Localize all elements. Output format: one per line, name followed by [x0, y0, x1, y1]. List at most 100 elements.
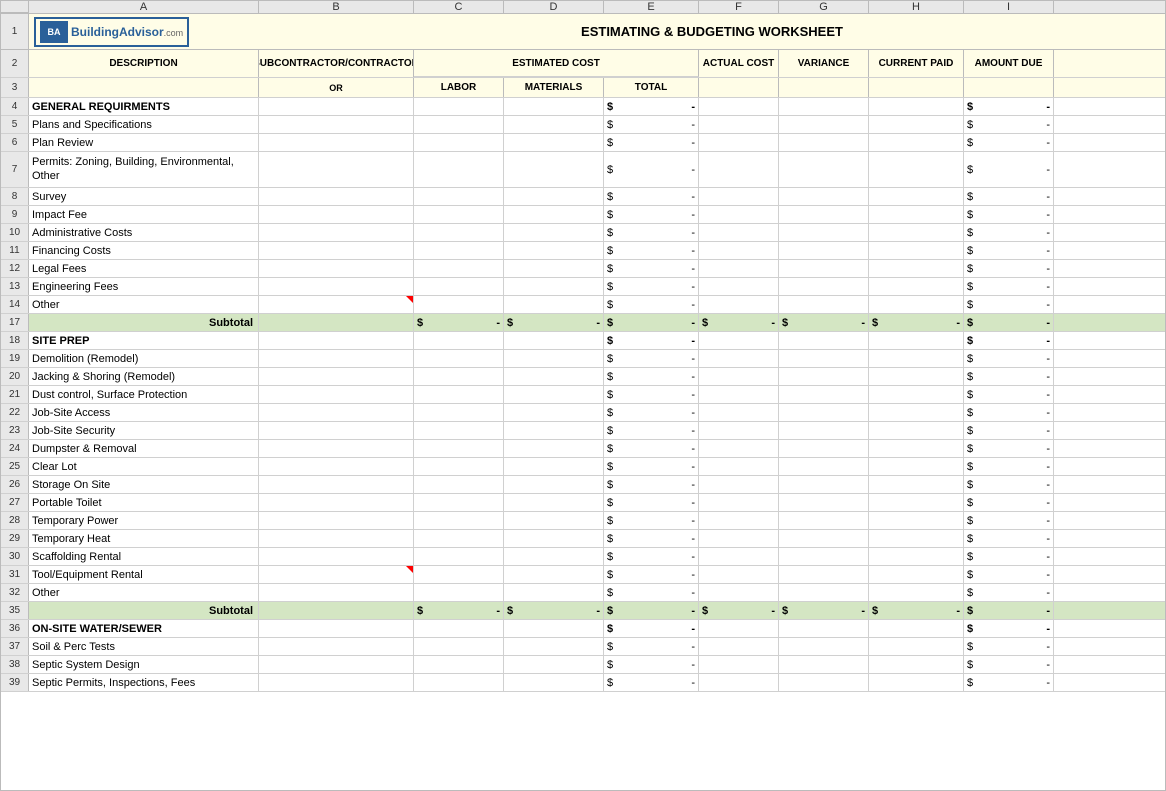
cell-6h[interactable]	[869, 134, 964, 151]
cell-27h[interactable]	[869, 494, 964, 511]
cell-31a[interactable]: Tool/Equipment Rental	[29, 566, 259, 583]
cell-10a[interactable]: Administrative Costs	[29, 224, 259, 241]
cell-24c[interactable]	[414, 440, 504, 457]
cell-9c[interactable]	[414, 206, 504, 223]
cell-39i[interactable]: $-	[964, 674, 1054, 691]
cell-8f[interactable]	[699, 188, 779, 205]
cell-10h[interactable]	[869, 224, 964, 241]
cell-13h[interactable]	[869, 278, 964, 295]
cell-37c[interactable]	[414, 638, 504, 655]
cell-19a[interactable]: Demolition (Remodel)	[29, 350, 259, 367]
cell-38g[interactable]	[779, 656, 869, 673]
cell-18i[interactable]: $-	[964, 332, 1054, 349]
cell-14h[interactable]	[869, 296, 964, 313]
cell-26d[interactable]	[504, 476, 604, 493]
cell-7f[interactable]	[699, 152, 779, 187]
cell-4c[interactable]	[414, 98, 504, 115]
cell-31d[interactable]	[504, 566, 604, 583]
cell-7c[interactable]	[414, 152, 504, 187]
cell-31f[interactable]	[699, 566, 779, 583]
cell-37b[interactable]	[259, 638, 414, 655]
cell-19f[interactable]	[699, 350, 779, 367]
cell-32h[interactable]	[869, 584, 964, 601]
cell-30a[interactable]: Scaffolding Rental	[29, 548, 259, 565]
cell-30d[interactable]	[504, 548, 604, 565]
cell-20a[interactable]: Jacking & Shoring (Remodel)	[29, 368, 259, 385]
cell-25d[interactable]	[504, 458, 604, 475]
cell-12b[interactable]	[259, 260, 414, 277]
cell-39a[interactable]: Septic Permits, Inspections, Fees	[29, 674, 259, 691]
cell-10b[interactable]	[259, 224, 414, 241]
cell-11a[interactable]: Financing Costs	[29, 242, 259, 259]
cell-28c[interactable]	[414, 512, 504, 529]
cell-7h[interactable]	[869, 152, 964, 187]
cell-32b[interactable]	[259, 584, 414, 601]
cell-28g[interactable]	[779, 512, 869, 529]
cell-25c[interactable]	[414, 458, 504, 475]
cell-5b[interactable]	[259, 116, 414, 133]
cell-26g[interactable]	[779, 476, 869, 493]
cell-12g[interactable]	[779, 260, 869, 277]
cell-9i[interactable]: $-	[964, 206, 1054, 223]
cell-23d[interactable]	[504, 422, 604, 439]
cell-6i[interactable]: $-	[964, 134, 1054, 151]
cell-26b[interactable]	[259, 476, 414, 493]
cell-8c[interactable]	[414, 188, 504, 205]
cell-26i[interactable]: $-	[964, 476, 1054, 493]
cell-19b[interactable]	[259, 350, 414, 367]
cell-31i[interactable]: $-	[964, 566, 1054, 583]
cell-36i[interactable]: $-	[964, 620, 1054, 637]
cell-38c[interactable]	[414, 656, 504, 673]
cell-25f[interactable]	[699, 458, 779, 475]
cell-32i[interactable]: $-	[964, 584, 1054, 601]
cell-30g[interactable]	[779, 548, 869, 565]
cell-6g[interactable]	[779, 134, 869, 151]
cell-20f[interactable]	[699, 368, 779, 385]
cell-20g[interactable]	[779, 368, 869, 385]
cell-30h[interactable]	[869, 548, 964, 565]
cell-27d[interactable]	[504, 494, 604, 511]
cell-21e[interactable]: $-	[604, 386, 699, 403]
cell-11c[interactable]	[414, 242, 504, 259]
cell-28b[interactable]	[259, 512, 414, 529]
cell-19d[interactable]	[504, 350, 604, 367]
cell-30b[interactable]	[259, 548, 414, 565]
cell-23i[interactable]: $-	[964, 422, 1054, 439]
cell-25b[interactable]	[259, 458, 414, 475]
cell-12e[interactable]: $-	[604, 260, 699, 277]
cell-14c[interactable]	[414, 296, 504, 313]
cell-10d[interactable]	[504, 224, 604, 241]
cell-5e[interactable]: $-	[604, 116, 699, 133]
cell-19c[interactable]	[414, 350, 504, 367]
cell-23g[interactable]	[779, 422, 869, 439]
cell-39d[interactable]	[504, 674, 604, 691]
cell-23e[interactable]: $-	[604, 422, 699, 439]
cell-22i[interactable]: $-	[964, 404, 1054, 421]
cell-10g[interactable]	[779, 224, 869, 241]
cell-6f[interactable]	[699, 134, 779, 151]
cell-20e[interactable]: $-	[604, 368, 699, 385]
cell-21f[interactable]	[699, 386, 779, 403]
cell-4i[interactable]: $-	[964, 98, 1054, 115]
cell-4h[interactable]	[869, 98, 964, 115]
cell-29f[interactable]	[699, 530, 779, 547]
cell-21a[interactable]: Dust control, Surface Protection	[29, 386, 259, 403]
cell-11h[interactable]	[869, 242, 964, 259]
cell-32c[interactable]	[414, 584, 504, 601]
cell-8b[interactable]	[259, 188, 414, 205]
cell-25a[interactable]: Clear Lot	[29, 458, 259, 475]
cell-39c[interactable]	[414, 674, 504, 691]
cell-13b[interactable]	[259, 278, 414, 295]
cell-25g[interactable]	[779, 458, 869, 475]
cell-24f[interactable]	[699, 440, 779, 457]
cell-23h[interactable]	[869, 422, 964, 439]
cell-9f[interactable]	[699, 206, 779, 223]
cell-25h[interactable]	[869, 458, 964, 475]
cell-12d[interactable]	[504, 260, 604, 277]
cell-39g[interactable]	[779, 674, 869, 691]
cell-22b[interactable]	[259, 404, 414, 421]
cell-11g[interactable]	[779, 242, 869, 259]
cell-32d[interactable]	[504, 584, 604, 601]
cell-38h[interactable]	[869, 656, 964, 673]
cell-30e[interactable]: $-	[604, 548, 699, 565]
